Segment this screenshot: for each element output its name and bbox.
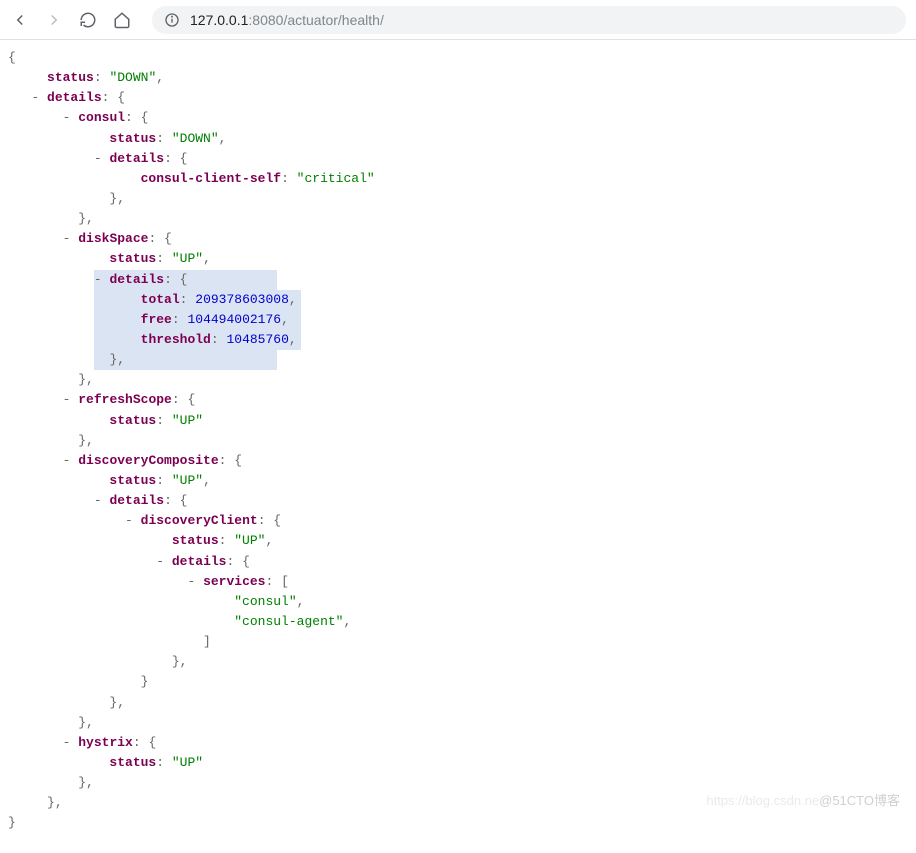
collapse-toggle: - bbox=[125, 513, 133, 528]
collapse-toggle: - bbox=[94, 272, 102, 287]
json-line: "consul", bbox=[8, 592, 916, 612]
json-line: status: "UP", bbox=[8, 471, 916, 491]
back-button[interactable] bbox=[10, 10, 30, 30]
json-line[interactable]: - details: { bbox=[8, 149, 916, 169]
forward-button[interactable] bbox=[44, 10, 64, 30]
json-line: status: "DOWN", bbox=[8, 68, 916, 88]
browser-toolbar: 127.0.0.1:8080/actuator/health/ bbox=[0, 0, 916, 40]
json-line: ] bbox=[8, 632, 916, 652]
json-line[interactable]: - services: [ bbox=[8, 572, 916, 592]
watermark: https://blog.csdn.ne@51CTO博客 bbox=[706, 790, 900, 809]
json-line: status: "UP", bbox=[8, 249, 916, 269]
json-line: total: 209378603008, bbox=[8, 290, 916, 310]
collapse-toggle: - bbox=[63, 231, 71, 246]
json-line: status: "DOWN", bbox=[8, 129, 916, 149]
json-line: }, bbox=[8, 693, 916, 713]
collapse-toggle: - bbox=[94, 151, 102, 166]
home-button[interactable] bbox=[112, 10, 132, 30]
json-line[interactable]: - discoveryComposite: { bbox=[8, 451, 916, 471]
json-line: } bbox=[8, 672, 916, 692]
json-line: }, bbox=[8, 350, 916, 370]
json-line[interactable]: - consul: { bbox=[8, 108, 916, 128]
info-icon bbox=[164, 12, 180, 28]
json-line: { bbox=[8, 48, 916, 68]
url-text: 127.0.0.1:8080/actuator/health/ bbox=[190, 12, 384, 28]
collapse-toggle: - bbox=[63, 392, 71, 407]
collapse-toggle: - bbox=[63, 110, 71, 125]
json-line[interactable]: - details: { bbox=[8, 270, 916, 290]
json-line: status: "UP", bbox=[8, 531, 916, 551]
json-line: }, bbox=[8, 209, 916, 229]
collapse-toggle: - bbox=[63, 735, 71, 750]
json-line: consul-client-self: "critical" bbox=[8, 169, 916, 189]
json-line: }, bbox=[8, 370, 916, 390]
json-line: threshold: 10485760, bbox=[8, 330, 916, 350]
json-line: status: "UP" bbox=[8, 753, 916, 773]
json-line[interactable]: - diskSpace: { bbox=[8, 229, 916, 249]
json-line: }, bbox=[8, 652, 916, 672]
json-line[interactable]: - discoveryClient: { bbox=[8, 511, 916, 531]
json-line: free: 104494002176, bbox=[8, 310, 916, 330]
reload-button[interactable] bbox=[78, 10, 98, 30]
json-line: "consul-agent", bbox=[8, 612, 916, 632]
collapse-toggle: - bbox=[94, 493, 102, 508]
collapse-toggle: - bbox=[187, 574, 195, 589]
collapse-toggle: - bbox=[63, 453, 71, 468]
json-line[interactable]: - details: { bbox=[8, 552, 916, 572]
json-line[interactable]: - details: { bbox=[8, 88, 916, 108]
collapse-toggle: - bbox=[31, 90, 39, 105]
json-line[interactable]: - details: { bbox=[8, 491, 916, 511]
json-line: }, bbox=[8, 189, 916, 209]
json-line[interactable]: - hystrix: { bbox=[8, 733, 916, 753]
json-line: status: "UP" bbox=[8, 411, 916, 431]
address-bar[interactable]: 127.0.0.1:8080/actuator/health/ bbox=[152, 6, 906, 34]
collapse-toggle: - bbox=[156, 554, 164, 569]
highlighted-block: - details: { bbox=[94, 270, 277, 290]
json-line: }, bbox=[8, 431, 916, 451]
json-line[interactable]: - refreshScope: { bbox=[8, 390, 916, 410]
json-line: } bbox=[8, 813, 916, 833]
json-line: }, bbox=[8, 713, 916, 733]
json-viewer: { status: "DOWN", - details: { - consul:… bbox=[0, 40, 916, 853]
